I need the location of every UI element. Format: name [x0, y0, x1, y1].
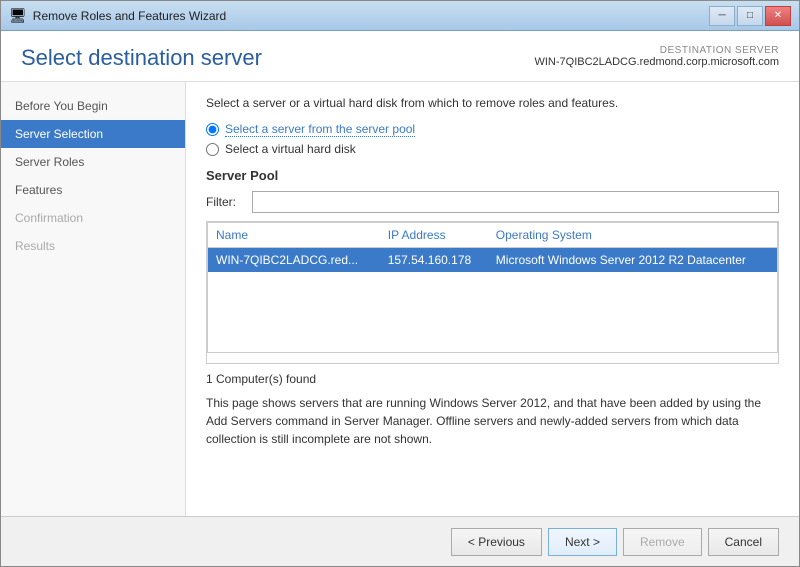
sidebar-item-server-selection[interactable]: Server Selection: [1, 120, 185, 148]
previous-button[interactable]: < Previous: [451, 528, 542, 556]
destination-server-name: WIN-7QIBC2LADCG.redmond.corp.microsoft.c…: [534, 56, 779, 68]
title-bar-title: Remove Roles and Features Wizard: [33, 9, 226, 23]
maximize-button[interactable]: □: [737, 6, 763, 26]
sidebar-item-before-you-begin[interactable]: Before You Begin: [1, 92, 185, 120]
radio-pool-input[interactable]: [206, 123, 219, 136]
radio-option-vhd[interactable]: Select a virtual hard disk: [206, 142, 779, 156]
wizard-window: 🖥 Remove Roles and Features Wizard ─ □ ✕…: [0, 0, 800, 567]
table-empty-row-2: [208, 292, 778, 312]
radio-pool-label[interactable]: Select a server from the server pool: [225, 122, 415, 137]
radio-vhd-label[interactable]: Select a virtual hard disk: [225, 142, 356, 156]
filter-label: Filter:: [206, 195, 246, 209]
cancel-button[interactable]: Cancel: [708, 528, 779, 556]
cell-os: Microsoft Windows Server 2012 R2 Datacen…: [488, 248, 778, 273]
cell-ip: 157.54.160.178: [380, 248, 488, 273]
minimize-button[interactable]: ─: [709, 6, 735, 26]
table-empty-row-1: [208, 272, 778, 292]
page-title: Select destination server: [21, 45, 262, 71]
destination-server-info: DESTINATION SERVER WIN-7QIBC2LADCG.redmo…: [534, 45, 779, 68]
title-bar: 🖥 Remove Roles and Features Wizard ─ □ ✕: [1, 1, 799, 31]
server-table-container: Name IP Address Operating System WIN-7QI…: [206, 221, 779, 364]
remove-button: Remove: [623, 528, 702, 556]
col-ip: IP Address: [380, 223, 488, 248]
col-os: Operating System: [488, 223, 778, 248]
server-pool-label: Server Pool: [206, 168, 779, 183]
table-row[interactable]: WIN-7QIBC2LADCG.red... 157.54.160.178 Mi…: [208, 248, 778, 273]
col-name: Name: [208, 223, 380, 248]
server-table: Name IP Address Operating System WIN-7QI…: [207, 222, 778, 353]
table-empty-row-4: [208, 332, 778, 352]
found-text: 1 Computer(s) found: [206, 372, 779, 386]
filter-input[interactable]: [252, 191, 779, 213]
page-header: Select destination server DESTINATION SE…: [1, 31, 799, 82]
radio-vhd-input[interactable]: [206, 143, 219, 156]
cell-name: WIN-7QIBC2LADCG.red...: [208, 248, 380, 273]
destination-server-label: DESTINATION SERVER: [534, 45, 779, 56]
sidebar-item-features[interactable]: Features: [1, 176, 185, 204]
info-text: This page shows servers that are running…: [206, 394, 779, 448]
sidebar-item-confirmation: Confirmation: [1, 204, 185, 232]
sidebar: Before You BeginServer SelectionServer R…: [1, 82, 186, 516]
next-button[interactable]: Next >: [548, 528, 617, 556]
radio-group: Select a server from the server pool Sel…: [206, 122, 779, 156]
filter-row: Filter:: [206, 191, 779, 213]
radio-option-pool[interactable]: Select a server from the server pool: [206, 122, 779, 137]
sidebar-item-results: Results: [1, 232, 185, 260]
title-bar-controls: ─ □ ✕: [709, 6, 791, 26]
sidebar-item-server-roles[interactable]: Server Roles: [1, 148, 185, 176]
table-empty-row-3: [208, 312, 778, 332]
table-header-row: Name IP Address Operating System: [208, 223, 778, 248]
close-button[interactable]: ✕: [765, 6, 791, 26]
footer: < Previous Next > Remove Cancel: [1, 516, 799, 566]
content-area: Select destination server DESTINATION SE…: [1, 31, 799, 566]
title-bar-left: 🖥 Remove Roles and Features Wizard: [9, 7, 226, 24]
title-bar-icon: 🖥: [9, 7, 27, 24]
main-body: Before You BeginServer SelectionServer R…: [1, 82, 799, 516]
page-title-text: Select destination server: [21, 45, 262, 70]
page-description: Select a server or a virtual hard disk f…: [206, 96, 779, 110]
page-content: Select a server or a virtual hard disk f…: [186, 82, 799, 516]
